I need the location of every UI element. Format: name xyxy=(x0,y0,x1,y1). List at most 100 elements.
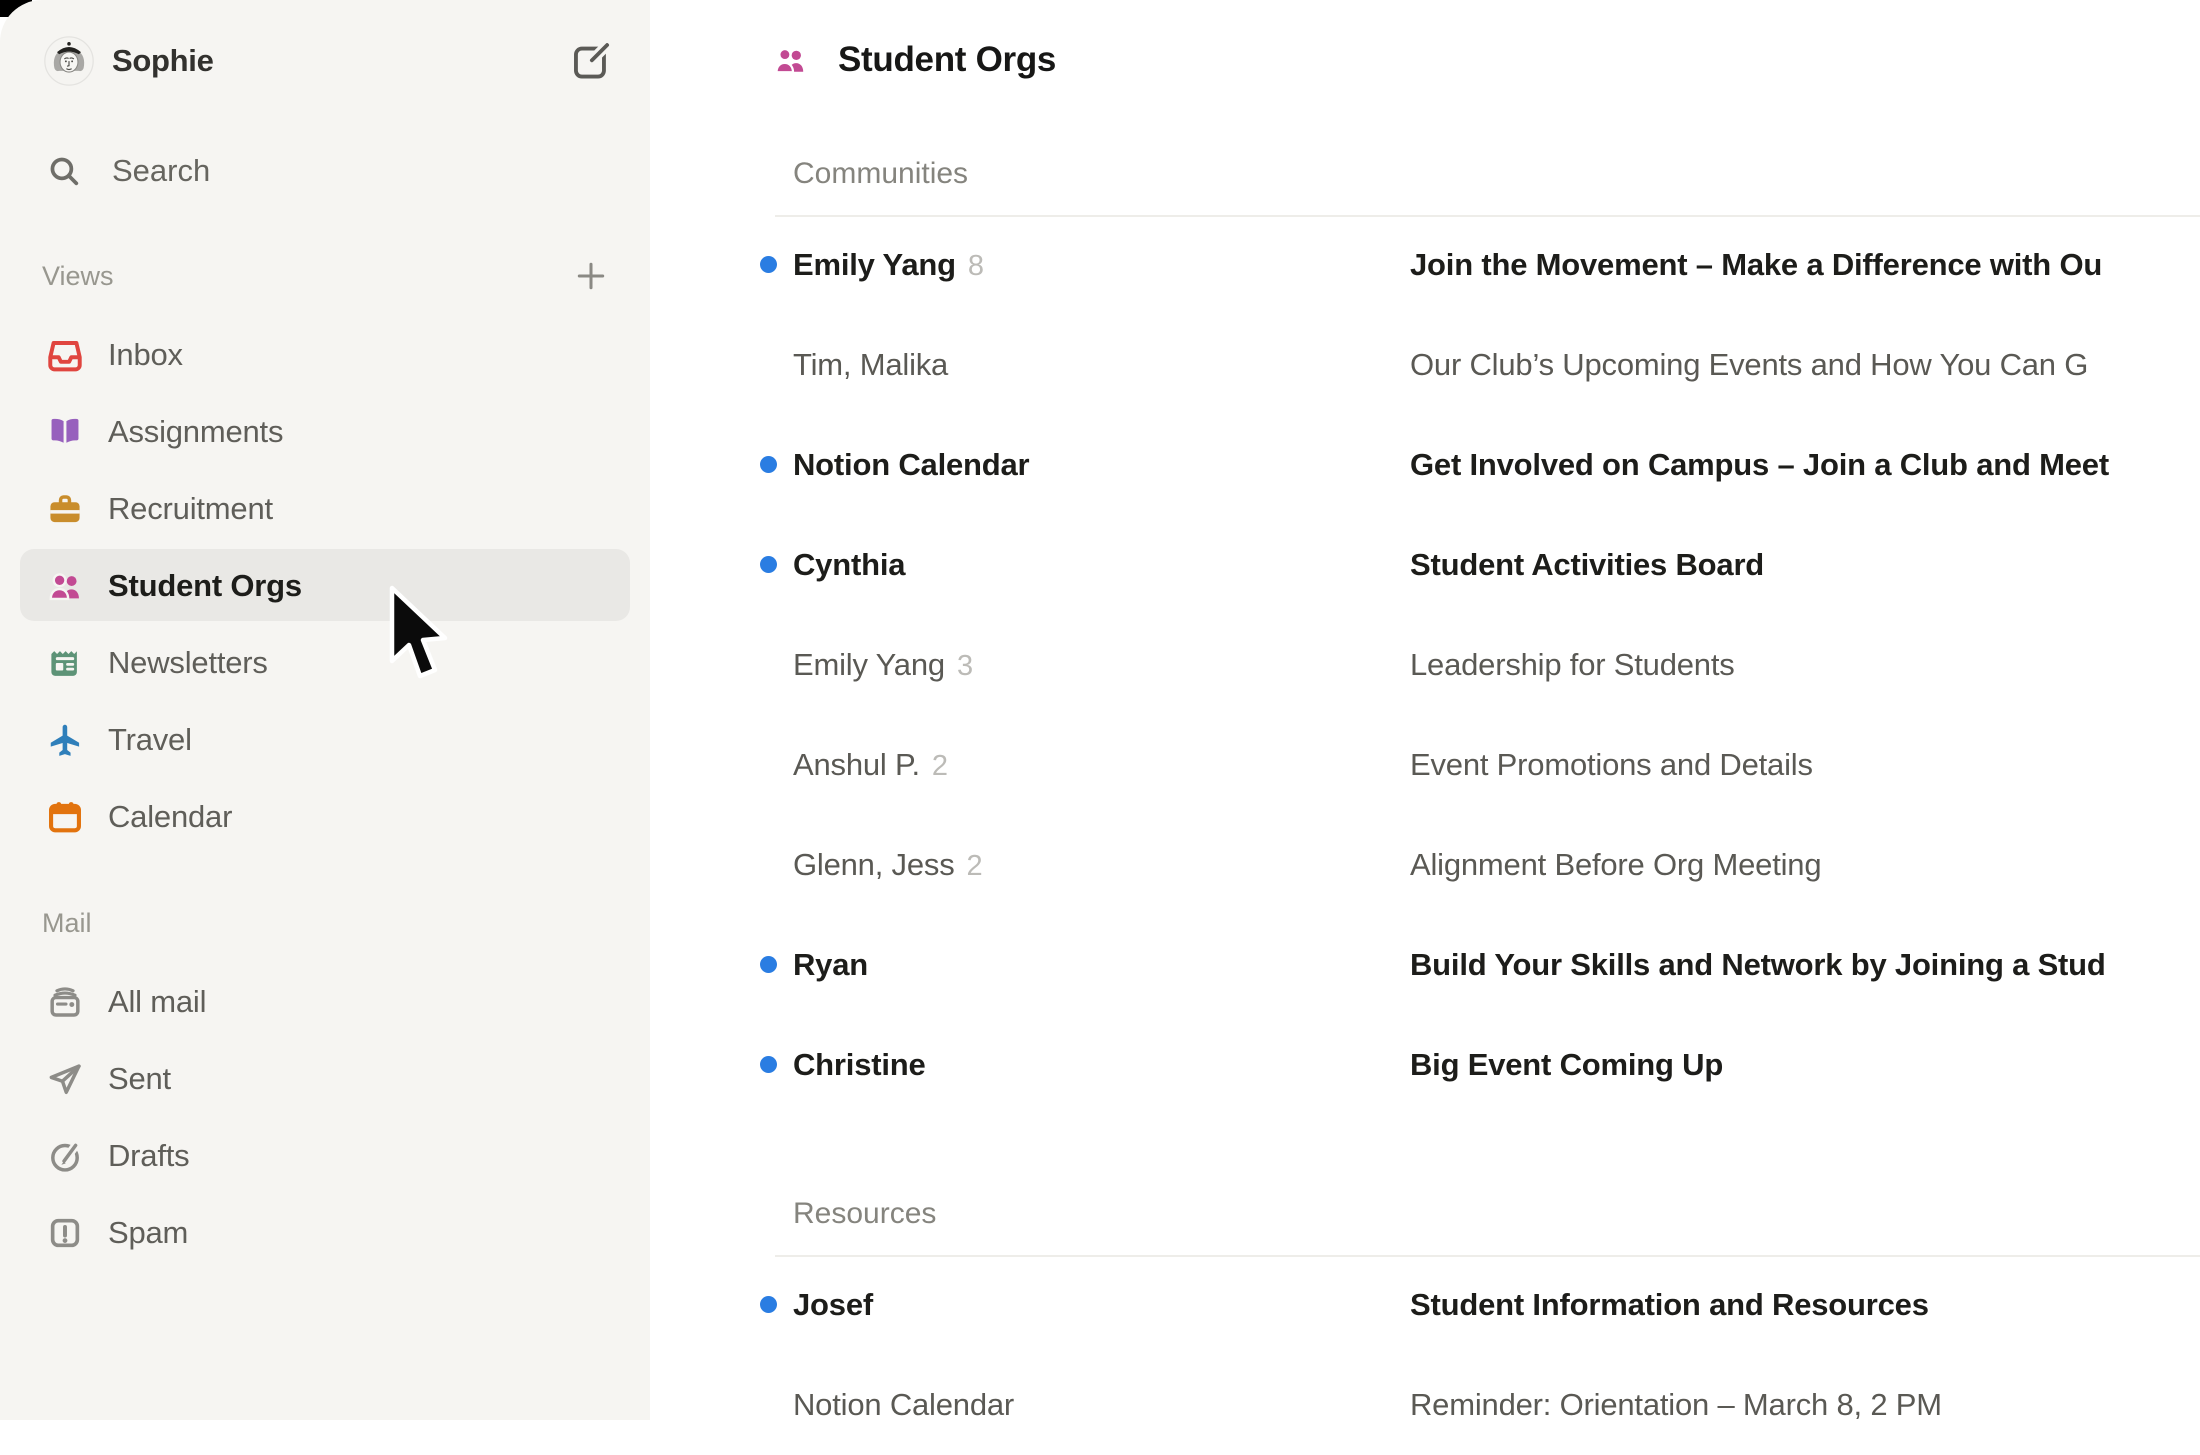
email-row[interactable]: RyanBuild Your Skills and Network by Joi… xyxy=(650,915,2200,1015)
email-subject: Student Information and Resources xyxy=(1410,1287,2200,1323)
alert-square-icon xyxy=(46,1214,84,1252)
unread-dot xyxy=(760,1296,777,1313)
user-name: Sophie xyxy=(112,24,214,98)
email-subject: Our Club’s Upcoming Events and How You C… xyxy=(1410,347,2200,383)
people-icon xyxy=(46,567,84,605)
sender-cell: Ryan xyxy=(793,947,1393,983)
sidebar-item-label: Drafts xyxy=(108,1138,189,1174)
email-row[interactable]: Glenn, Jess 2 Alignment Before Org Meeting xyxy=(650,815,2200,915)
email-row[interactable]: Cynthia Student Activities Board xyxy=(650,515,2200,615)
sender-name: Tim, Malika xyxy=(793,347,948,383)
sender-cell: Josef xyxy=(793,1287,1393,1323)
mail-list-pane: Student Orgs CommunitiesEmily Yang8Join … xyxy=(650,0,2200,1420)
sidebar-item-newsletters[interactable]: Newsletters xyxy=(0,624,650,701)
email-subject: Student Activities Board xyxy=(1410,547,2200,583)
briefcase-icon xyxy=(46,490,84,528)
sender-cell: Notion Calendar xyxy=(793,1387,1393,1423)
email-row[interactable]: Emily Yang 3 Leadership for Students xyxy=(650,615,2200,715)
email-subject: Event Promotions and Details xyxy=(1410,747,2200,783)
sidebar-item-student-orgs[interactable]: Student Orgs xyxy=(0,547,650,624)
sender-name: Anshul P. xyxy=(793,747,920,783)
sender-cell: Glenn, Jess 2 xyxy=(793,847,1393,883)
sidebar-section-header: Mail xyxy=(0,899,650,947)
email-row[interactable]: Emily Yang8Join the Movement – Make a Di… xyxy=(650,215,2200,315)
sender-cell: Tim, Malika xyxy=(793,347,1393,383)
sidebar-section-label: Views xyxy=(42,252,114,300)
sender-name: Josef xyxy=(793,1287,873,1323)
sidebar-item-label: Student Orgs xyxy=(108,568,302,604)
sender-cell: Anshul P. 2 xyxy=(793,747,1393,783)
email-row[interactable]: Notion Calendar Reminder: Orientation – M… xyxy=(650,1355,2200,1455)
list-section-label: Communities xyxy=(793,150,968,198)
sidebar-item-travel[interactable]: Travel xyxy=(0,701,650,778)
inbox-icon xyxy=(46,336,84,374)
add-view-button[interactable] xyxy=(572,257,610,295)
sender-name: Notion Calendar xyxy=(793,447,1029,483)
unread-dot xyxy=(760,456,777,473)
search-label: Search xyxy=(112,134,210,208)
paper-plane-icon xyxy=(46,1060,84,1098)
sender-name: Cynthia xyxy=(793,547,905,583)
unread-dot xyxy=(760,256,777,273)
account-switcher[interactable]: Sophie xyxy=(0,24,650,98)
search-input[interactable]: Search xyxy=(0,134,650,208)
thread-count: 2 xyxy=(967,850,983,883)
unread-dot xyxy=(760,1056,777,1073)
sidebar: Sophie Search Views Inbox Assignments xyxy=(0,0,650,1420)
email-row[interactable]: Tim, Malika Our Club’s Upcoming Events an… xyxy=(650,315,2200,415)
sidebar-item-label: Inbox xyxy=(108,337,183,373)
sidebar-item-all-mail[interactable]: All mail xyxy=(0,963,650,1040)
sender-name: Glenn, Jess xyxy=(793,847,955,883)
email-subject: Leadership for Students xyxy=(1410,647,2200,683)
email-row[interactable]: Anshul P. 2 Event Promotions and Details xyxy=(650,715,2200,815)
sender-cell: Emily Yang 8 xyxy=(793,247,1393,283)
thread-count: 2 xyxy=(932,750,948,783)
sidebar-item-inbox[interactable]: Inbox xyxy=(0,316,650,393)
sidebar-item-label: Calendar xyxy=(108,799,232,835)
thread-count: 3 xyxy=(957,650,973,683)
sender-cell: Emily Yang 3 xyxy=(793,647,1393,683)
sidebar-item-label: Assignments xyxy=(108,414,283,450)
sender-name: Ryan xyxy=(793,947,868,983)
sidebar-item-drafts[interactable]: Drafts xyxy=(0,1117,650,1194)
view-header: Student Orgs xyxy=(650,36,2200,84)
sender-cell: Cynthia xyxy=(793,547,1393,583)
sidebar-item-label: Sent xyxy=(108,1061,171,1097)
compose-icon[interactable] xyxy=(570,40,612,82)
page-title: Student Orgs xyxy=(838,36,1056,84)
sidebar-item-calendar[interactable]: Calendar xyxy=(0,778,650,855)
sidebar-section-label: Mail xyxy=(42,899,92,947)
sender-name: Christine xyxy=(793,1047,926,1083)
newspaper-icon xyxy=(46,644,84,682)
email-subject: Get Involved on Campus – Join a Club and… xyxy=(1410,447,2200,483)
email-row[interactable]: Josef Student Information and Resources xyxy=(650,1255,2200,1355)
all-mail-icon xyxy=(46,983,84,1021)
email-row[interactable]: Notion Calendar Get Involved on Campus – … xyxy=(650,415,2200,515)
email-row[interactable]: Christine Big Event Coming Up xyxy=(650,1015,2200,1115)
list-section-label: Resources xyxy=(793,1190,936,1238)
airplane-icon xyxy=(46,721,84,759)
unread-dot xyxy=(760,556,777,573)
sender-cell: Christine xyxy=(793,1047,1393,1083)
sidebar-item-label: Travel xyxy=(108,722,192,758)
sender-name: Emily Yang xyxy=(793,647,945,683)
sidebar-item-assignments[interactable]: Assignments xyxy=(0,393,650,470)
avatar[interactable] xyxy=(44,36,94,86)
sidebar-item-label: All mail xyxy=(108,984,206,1020)
sidebar-item-spam[interactable]: Spam xyxy=(0,1194,650,1271)
pencil-circle-icon xyxy=(46,1137,84,1175)
sender-cell: Notion Calendar xyxy=(793,447,1393,483)
email-subject: Alignment Before Org Meeting xyxy=(1410,847,2200,883)
calendar-icon xyxy=(46,798,84,836)
app-window: Sophie Search Views Inbox Assignments xyxy=(0,0,2200,1420)
email-subject: Big Event Coming Up xyxy=(1410,1047,2200,1083)
thread-count: 8 xyxy=(968,250,984,283)
email-subject: Reminder: Orientation – March 8, 2 PM xyxy=(1410,1387,2200,1423)
search-icon xyxy=(46,153,82,189)
sender-name: Notion Calendar xyxy=(793,1387,1014,1423)
sidebar-item-recruitment[interactable]: Recruitment xyxy=(0,470,650,547)
sender-name: Emily Yang xyxy=(793,247,956,283)
sidebar-item-sent[interactable]: Sent xyxy=(0,1040,650,1117)
people-icon xyxy=(772,42,808,78)
sidebar-item-label: Spam xyxy=(108,1215,188,1251)
